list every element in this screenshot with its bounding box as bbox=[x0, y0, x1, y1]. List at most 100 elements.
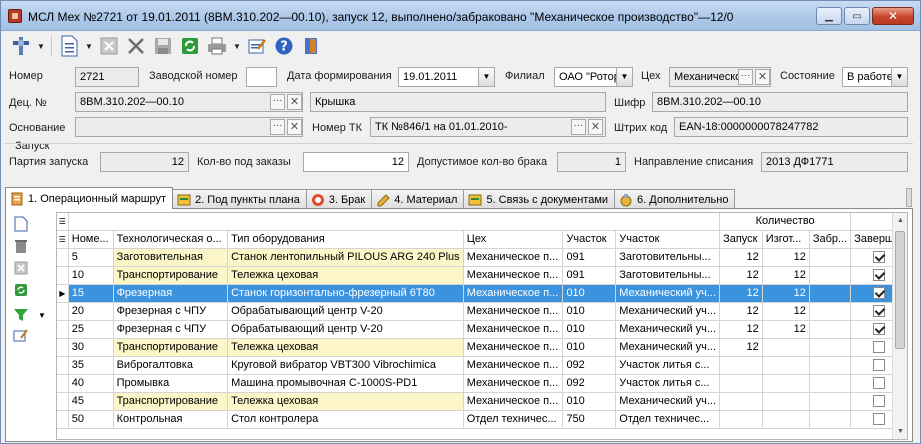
maximize-button[interactable]: ▭ bbox=[844, 7, 870, 25]
cell-number[interactable]: 5 bbox=[68, 248, 114, 267]
help-button[interactable]: ? bbox=[272, 34, 296, 58]
cell-launch[interactable]: 12 bbox=[719, 338, 763, 357]
cell-launch[interactable]: 12 bbox=[719, 320, 763, 339]
cell-section-code[interactable]: 010 bbox=[562, 320, 617, 339]
cell-launch[interactable] bbox=[719, 392, 763, 411]
cell-rejected[interactable] bbox=[809, 266, 852, 285]
column-chooser-icon[interactable]: ☰ bbox=[57, 213, 69, 231]
number-field[interactable]: 2721 bbox=[75, 67, 139, 87]
basis-field[interactable] bbox=[75, 117, 303, 137]
formation-date-picker[interactable]: 19.01.2011 ▼ bbox=[398, 67, 495, 87]
order-qty-input[interactable]: 12 bbox=[303, 152, 409, 172]
table-row[interactable]: 25 Фрезерная с ЧПУ Обрабатывающий центр V-… bbox=[57, 320, 907, 339]
refresh-grid-button[interactable] bbox=[12, 281, 30, 299]
cell-rejected[interactable] bbox=[809, 374, 852, 393]
scroll-down-icon[interactable]: ▼ bbox=[893, 424, 907, 439]
edit-button[interactable] bbox=[245, 34, 269, 58]
scroll-up-icon[interactable]: ▲ bbox=[893, 213, 907, 228]
cell-equipment[interactable]: Круговой вибратор VBT300 Vibrochimica bbox=[227, 356, 464, 375]
cell-operation[interactable]: Транспортирование bbox=[113, 338, 229, 357]
cell-workshop[interactable]: Механическое п... bbox=[463, 338, 564, 357]
cell-section[interactable]: Заготовительны... bbox=[615, 248, 721, 267]
completed-checkbox[interactable] bbox=[872, 323, 885, 336]
cell-rejected[interactable] bbox=[809, 410, 852, 429]
col-header-section-code[interactable]: Участок bbox=[562, 230, 617, 249]
row-indicator[interactable] bbox=[57, 374, 69, 393]
cell-rejected[interactable] bbox=[809, 338, 852, 357]
completed-checkbox[interactable] bbox=[872, 305, 885, 318]
cell-number[interactable]: 15 bbox=[68, 284, 114, 303]
cell-number[interactable]: 20 bbox=[68, 302, 114, 321]
cell-workshop[interactable]: Механическое п... bbox=[463, 302, 564, 321]
cell-made[interactable]: 12 bbox=[762, 284, 810, 303]
document-dropdown-arrow[interactable]: ▼ bbox=[84, 34, 94, 58]
completed-checkbox[interactable] bbox=[872, 395, 885, 408]
completed-checkbox[interactable] bbox=[872, 341, 885, 354]
filter-button[interactable] bbox=[12, 306, 30, 324]
cell-operation[interactable]: Виброгалтовка bbox=[113, 356, 229, 375]
cell-equipment[interactable]: Станок горизонтально-фрезерный 6Т80 bbox=[227, 284, 464, 303]
row-indicator[interactable] bbox=[57, 248, 69, 267]
table-row[interactable]: 50 Контрольная Стол контролера Отдел технич… bbox=[57, 410, 907, 429]
cell-section[interactable]: Механический уч... bbox=[615, 284, 721, 303]
cell-section[interactable]: Участок литья с... bbox=[615, 374, 721, 393]
detail-number-field[interactable]: 8ВМ.310.202—00.10 bbox=[75, 92, 303, 112]
cell-workshop[interactable]: Механическое п... bbox=[463, 248, 564, 267]
cell-launch[interactable] bbox=[719, 356, 763, 375]
tools-dropdown-arrow[interactable]: ▼ bbox=[36, 34, 46, 58]
table-row[interactable]: 35 Виброгалтовка Круговой вибратор VBT300 … bbox=[57, 356, 907, 375]
print-dropdown-arrow[interactable]: ▼ bbox=[232, 34, 242, 58]
col-header-equipment[interactable]: Тип оборудования bbox=[227, 230, 464, 249]
cell-equipment[interactable]: Тележка цеховая bbox=[227, 392, 464, 411]
cell-operation[interactable]: Промывка bbox=[113, 374, 229, 393]
scroll-thumb[interactable] bbox=[895, 231, 905, 349]
cell-equipment[interactable]: Обрабатывающий центр V-20 bbox=[227, 302, 464, 321]
tab-route[interactable]: 1. Операционный маршрут bbox=[5, 187, 174, 209]
cell-equipment[interactable]: Стол контролера bbox=[227, 410, 464, 429]
cell-equipment[interactable]: Машина промывочная С-1000S-PD1 bbox=[227, 374, 464, 393]
cell-section-code[interactable]: 750 bbox=[562, 410, 617, 429]
completed-checkbox[interactable] bbox=[872, 377, 885, 390]
cell-workshop[interactable]: Отдел техничес... bbox=[463, 410, 564, 429]
cell-number[interactable]: 50 bbox=[68, 410, 114, 429]
cell-section[interactable]: Механический уч... bbox=[615, 320, 721, 339]
cell-rejected[interactable] bbox=[809, 320, 852, 339]
delete-row-button[interactable] bbox=[12, 237, 30, 255]
table-row[interactable]: ▶ 15 Фрезерная Станок горизонтально-фрезерн… bbox=[57, 284, 907, 303]
new-document-button[interactable] bbox=[57, 34, 81, 58]
tab-plan-items[interactable]: 2. Под пункты плана bbox=[172, 189, 307, 209]
table-row[interactable]: 45 Транспортирование Тележка цеховая Механи… bbox=[57, 392, 907, 411]
title-bar[interactable]: МСЛ Мех №2721 от 19.01.2011 (8ВМ.310.202… bbox=[1, 1, 920, 31]
close-button[interactable]: ✕ bbox=[872, 7, 914, 25]
cell-number[interactable]: 30 bbox=[68, 338, 114, 357]
cell-made[interactable] bbox=[762, 410, 810, 429]
cell-number[interactable]: 25 bbox=[68, 320, 114, 339]
cancel-button[interactable] bbox=[97, 34, 121, 58]
cell-launch[interactable]: 12 bbox=[719, 248, 763, 267]
cell-launch[interactable] bbox=[719, 374, 763, 393]
completed-checkbox[interactable] bbox=[872, 269, 885, 282]
table-row[interactable]: 40 Промывка Машина промывочная С-1000S-PD1… bbox=[57, 374, 907, 393]
row-indicator[interactable] bbox=[57, 356, 69, 375]
row-indicator[interactable] bbox=[57, 302, 69, 321]
cell-workshop[interactable]: Механическое п... bbox=[463, 392, 564, 411]
row-indicator[interactable] bbox=[57, 266, 69, 285]
tab-additional[interactable]: 6. Дополнительно bbox=[614, 189, 736, 209]
cell-section-code[interactable]: 092 bbox=[562, 374, 617, 393]
cell-made[interactable]: 12 bbox=[762, 302, 810, 321]
cell-section-code[interactable]: 010 bbox=[562, 302, 617, 321]
cell-workshop[interactable]: Механическое п... bbox=[463, 284, 564, 303]
cell-made[interactable]: 12 bbox=[762, 248, 810, 267]
completed-checkbox[interactable] bbox=[872, 251, 885, 264]
cell-workshop[interactable]: Механическое п... bbox=[463, 320, 564, 339]
tab-documents[interactable]: 5. Связь с документами bbox=[463, 189, 616, 209]
cell-section-code[interactable]: 092 bbox=[562, 356, 617, 375]
cell-section[interactable]: Механический уч... bbox=[615, 338, 721, 357]
branch-select[interactable]: ОАО "Ротор ▼ bbox=[554, 67, 633, 87]
detail-browse-button[interactable]: ··· bbox=[270, 94, 285, 110]
tab-scroll-handle[interactable] bbox=[906, 188, 912, 207]
cell-number[interactable]: 40 bbox=[68, 374, 114, 393]
basis-browse-button[interactable]: ··· bbox=[270, 119, 285, 135]
cancel-row-button[interactable] bbox=[12, 259, 30, 277]
save-button[interactable] bbox=[151, 34, 175, 58]
